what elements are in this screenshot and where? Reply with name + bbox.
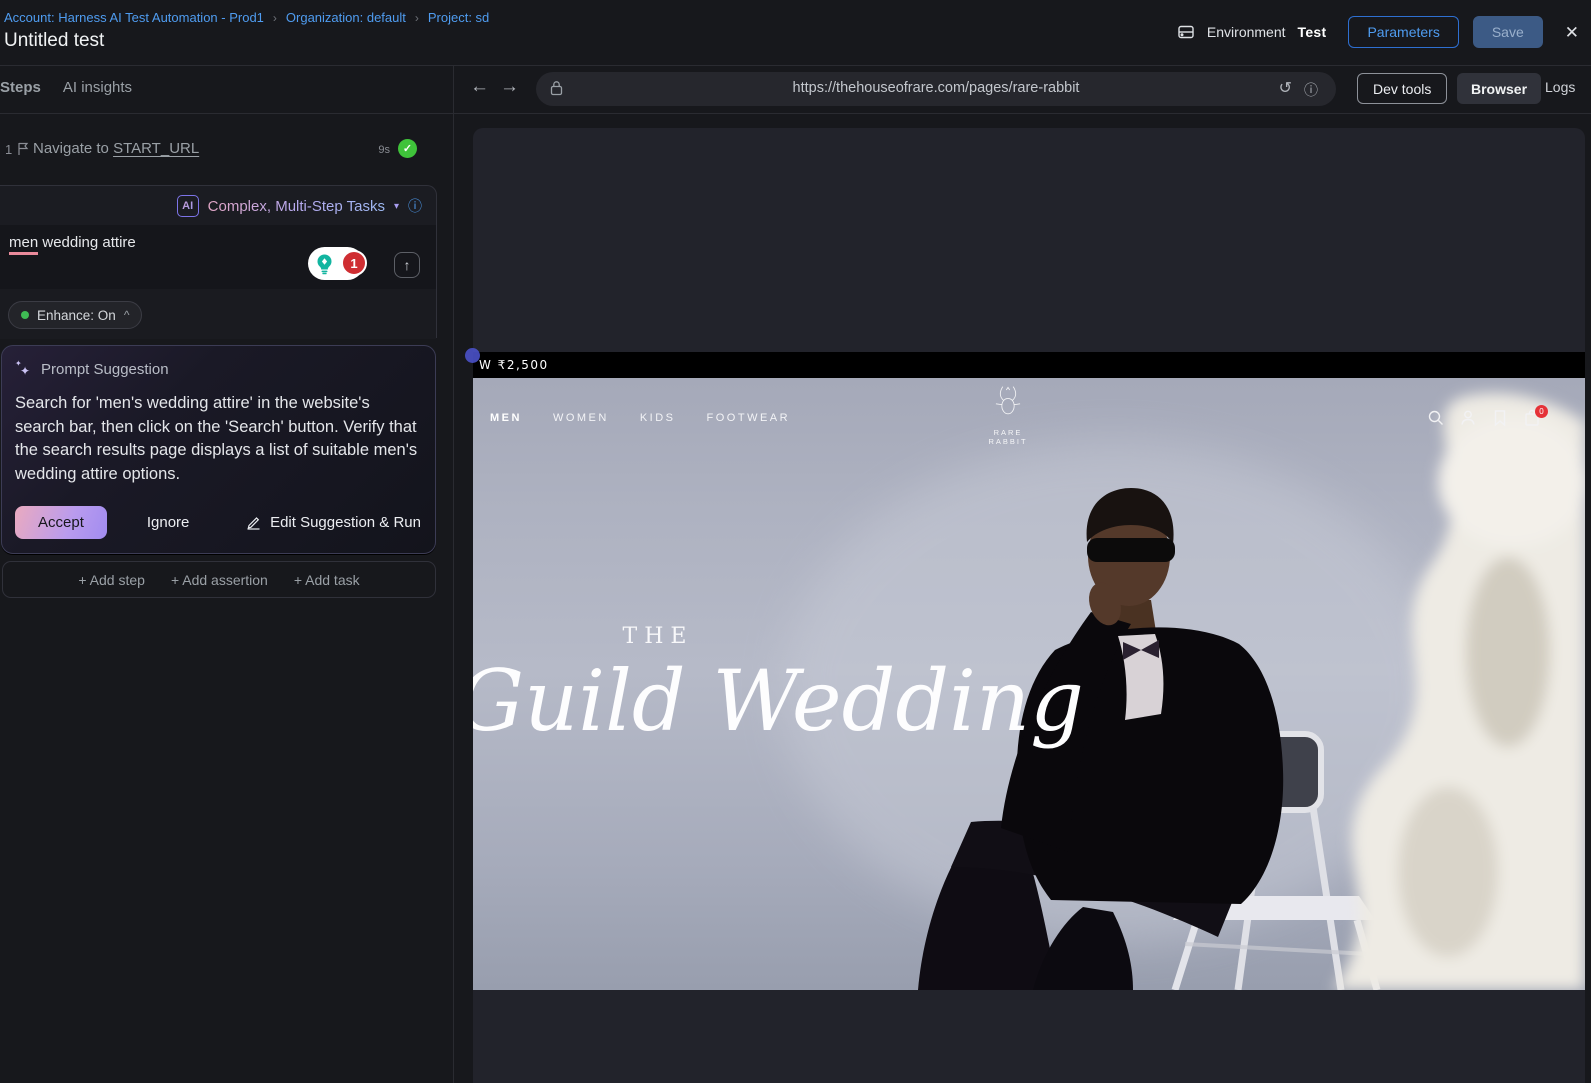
step-success-icon: ✓ xyxy=(398,139,417,158)
add-actions-bar: + Add step + Add assertion + Add task xyxy=(2,561,436,598)
enhance-row: Enhance: On ^ xyxy=(0,289,436,339)
pencil-icon xyxy=(246,515,261,530)
breadcrumb-organization-link[interactable]: Organization: default xyxy=(286,10,406,25)
enhance-label: Enhance: On xyxy=(37,308,116,323)
url-text[interactable]: https://thehouseofrare.com/pages/rare-ra… xyxy=(536,80,1336,96)
ai-task-type-row: AI Complex, Multi-Step Tasks ▾ ⓘ xyxy=(0,186,436,225)
enhance-toggle[interactable]: Enhance: On ^ xyxy=(8,301,142,329)
brand-name: RARE RABBIT xyxy=(973,428,1043,446)
header-actions: Environment Test Parameters Save ✕ xyxy=(1177,16,1579,48)
toolbar-divider xyxy=(0,113,1591,114)
cart-count-badge: 0 xyxy=(1535,405,1548,418)
breadcrumb-account-link[interactable]: Account: Harness AI Test Automation - Pr… xyxy=(4,10,264,25)
browser-viewport: W ₹2,500 MEN WOMEN KIDS FOOTWEAR RARE RA… xyxy=(473,128,1585,1083)
tab-ai-insights[interactable]: AI insights xyxy=(63,79,132,96)
back-icon[interactable]: ← xyxy=(470,76,489,98)
agent-cursor-indicator xyxy=(465,348,480,363)
nav-men[interactable]: MEN xyxy=(490,412,522,424)
rabbit-icon xyxy=(990,384,1026,422)
environment-label: Environment xyxy=(1207,24,1286,40)
logs-tab-button[interactable]: Logs xyxy=(1545,79,1575,95)
breadcrumb-separator: › xyxy=(415,11,419,25)
ai-prompt-card: AI Complex, Multi-Step Tasks ▾ ⓘ men wed… xyxy=(0,185,437,338)
harness-test-studio: Account: Harness AI Test Automation - Pr… xyxy=(0,0,1591,1083)
webpage-screenshot: W ₹2,500 MEN WOMEN KIDS FOOTWEAR RARE RA… xyxy=(473,352,1585,990)
suggestion-header: ✦✦ Prompt Suggestion xyxy=(15,361,169,378)
suggestion-count-badge: 1 xyxy=(341,250,367,276)
chevron-up-icon: ^ xyxy=(124,308,130,322)
nav-women[interactable]: WOMEN xyxy=(553,412,609,424)
send-prompt-button[interactable]: ↑ xyxy=(394,252,420,278)
prompt-input[interactable]: men wedding attire 1 ↑ xyxy=(0,225,436,289)
tab-steps[interactable]: Steps xyxy=(0,79,41,96)
suggestion-body: Search for 'men's wedding attire' in the… xyxy=(15,392,419,486)
hero-heading-small: THE xyxy=(573,624,743,649)
misspelled-word: men xyxy=(9,234,38,255)
step-number: 1 xyxy=(5,142,12,157)
breadcrumb: Account: Harness AI Test Automation - Pr… xyxy=(4,10,489,25)
sparkles-icon: ✦✦ xyxy=(15,362,31,378)
browser-tab-button[interactable]: Browser xyxy=(1457,73,1541,104)
shop-nav: MEN WOMEN KIDS FOOTWEAR xyxy=(490,412,790,424)
accept-button[interactable]: Accept xyxy=(15,506,107,539)
chevron-down-icon[interactable]: ▾ xyxy=(394,201,399,212)
hero-heading-script: Guild Wedding xyxy=(473,652,1084,750)
nav-footwear[interactable]: FOOTWEAR xyxy=(707,412,791,424)
panel-divider xyxy=(453,66,454,1083)
dev-tools-button[interactable]: Dev tools xyxy=(1357,73,1447,104)
header-divider xyxy=(0,65,1591,66)
environment-value[interactable]: Test xyxy=(1298,24,1327,40)
page-info-icon[interactable]: ⓘ xyxy=(1304,80,1318,100)
start-url-link[interactable]: START_URL xyxy=(113,140,199,157)
breadcrumb-separator: › xyxy=(273,11,277,25)
flag-icon xyxy=(17,142,29,160)
ignore-button[interactable]: Ignore xyxy=(147,514,190,531)
task-type-dropdown[interactable]: Complex, Multi-Step Tasks xyxy=(208,198,385,215)
add-step-button[interactable]: + Add step xyxy=(78,572,145,588)
wishlist-icon[interactable] xyxy=(1491,409,1509,427)
info-icon[interactable]: ⓘ xyxy=(408,196,422,216)
prompt-suggestion-card: ✦✦ Prompt Suggestion Search for 'men's w… xyxy=(1,345,436,554)
suggestion-title: Prompt Suggestion xyxy=(41,361,169,378)
close-icon[interactable]: ✕ xyxy=(1565,24,1579,41)
save-button[interactable]: Save xyxy=(1473,16,1543,48)
suggestion-bulb-pill[interactable]: 1 xyxy=(308,247,364,280)
ticker-text: W ₹2,500 xyxy=(479,358,549,372)
step-row-navigate[interactable]: 1 Navigate to START_URL 9s ✓ xyxy=(0,140,437,164)
ai-badge-icon: AI xyxy=(177,195,199,217)
reload-icon[interactable]: ↺ xyxy=(1279,78,1292,98)
step-label: Navigate to START_URL xyxy=(33,140,199,157)
nav-kids[interactable]: KIDS xyxy=(640,412,676,424)
page-title: Untitled test xyxy=(4,30,104,52)
shop-icons: 0 xyxy=(1427,409,1541,427)
breadcrumb-project-link[interactable]: Project: sd xyxy=(428,10,489,25)
lightbulb-icon xyxy=(314,253,335,275)
forward-icon[interactable]: → xyxy=(500,76,519,98)
url-bar[interactable]: https://thehouseofrare.com/pages/rare-ra… xyxy=(536,72,1336,106)
enhance-status-dot xyxy=(21,311,29,319)
search-icon[interactable] xyxy=(1427,409,1445,427)
add-assertion-button[interactable]: + Add assertion xyxy=(171,572,268,588)
step-duration: 9s xyxy=(378,144,390,156)
environment-icon xyxy=(1177,23,1195,41)
prompt-text: men wedding attire xyxy=(9,234,136,251)
cart-icon[interactable]: 0 xyxy=(1523,409,1541,427)
brand-logo[interactable]: RARE RABBIT xyxy=(973,384,1043,446)
account-icon[interactable] xyxy=(1459,409,1477,427)
suggestion-actions: Accept Ignore Edit Suggestion & Run xyxy=(15,506,421,539)
add-task-button[interactable]: + Add task xyxy=(294,572,360,588)
promo-ticker: W ₹2,500 xyxy=(473,352,1585,378)
left-panel-tabs: Steps AI insights xyxy=(0,79,132,96)
parameters-button[interactable]: Parameters xyxy=(1348,16,1458,48)
edit-suggestion-run-button[interactable]: Edit Suggestion & Run xyxy=(246,514,421,531)
